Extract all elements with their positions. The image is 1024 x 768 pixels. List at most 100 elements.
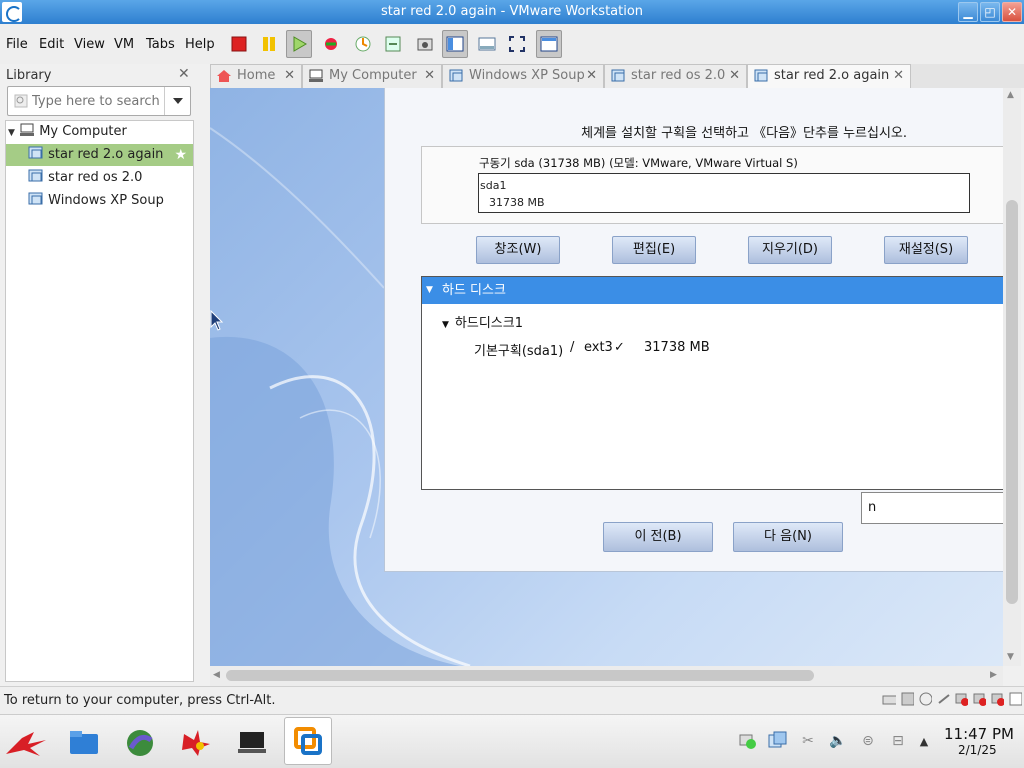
vm-icon — [28, 169, 43, 182]
horizontal-scroll-thumb[interactable] — [226, 670, 814, 681]
volume-icon[interactable]: 🔈 — [828, 731, 848, 751]
clipboard-scissors-icon[interactable]: ✂ — [798, 731, 818, 751]
snapshot-manager-icon[interactable] — [412, 30, 438, 58]
tray-expand-icon[interactable]: ▲ — [914, 731, 934, 751]
scroll-left-arrow-icon[interactable]: ◀ — [213, 670, 220, 680]
back-button[interactable]: 이 전(B) — [603, 522, 713, 552]
library-close-icon[interactable]: ✕ — [178, 66, 190, 82]
tab-close-icon[interactable]: ✕ — [284, 65, 295, 87]
tree-item-windows-xp-soup[interactable]: Windows XP Soup — [28, 190, 164, 212]
text-input-box[interactable]: n — [861, 492, 1003, 524]
drive-label: 구동기 sda (31738 MB) (모델: VMware, VMware V… — [479, 156, 798, 170]
terminal-icon[interactable] — [230, 721, 274, 765]
clock-time[interactable]: 11:47 PM — [944, 725, 1014, 743]
maximize-button[interactable]: ◰ — [980, 2, 1000, 22]
scroll-down-arrow-icon[interactable]: ▼ — [1007, 652, 1014, 662]
tab-home[interactable]: Home ✕ — [210, 64, 302, 88]
cd-rom-icon[interactable] — [918, 691, 932, 707]
edit-button[interactable]: 편집(E) — [612, 236, 696, 264]
installer-dialog: 체계를 설치할 구획을 선택하고 《다음》단추를 누르십시오. 구동기 sda … — [384, 88, 1003, 572]
snapshot-icon[interactable] — [350, 30, 376, 58]
tab-star-red-os-2[interactable]: star red os 2.0 ✕ — [604, 64, 747, 88]
tab-close-icon[interactable]: ✕ — [729, 65, 740, 87]
tree-row-disk1[interactable]: ▼ 하드디스크1 — [442, 312, 523, 331]
message-log-icon[interactable] — [1008, 691, 1022, 707]
start-menu-star-icon[interactable] — [4, 721, 48, 765]
vm-icon — [28, 192, 43, 205]
menu-bar: File Edit View VM Tabs Help — [0, 24, 1024, 64]
web-browser-icon[interactable] — [118, 721, 162, 765]
hard-disk-icon[interactable] — [882, 691, 896, 707]
minimize-button[interactable]: ▁ — [958, 2, 978, 22]
tree-item-label: My Computer — [39, 124, 127, 139]
reset-button[interactable]: 재설정(S) — [884, 236, 968, 264]
tab-close-icon[interactable]: ✕ — [893, 65, 904, 87]
partition-tree: ▼ 하드 디스크 ▼ 하드디스크1 기본구획(sda1) / ext3 ✓ 317… — [421, 276, 1003, 490]
instruction-text: 체계를 설치할 구획을 선택하고 《다음》단추를 누르십시오. — [581, 126, 907, 141]
computer-icon — [20, 123, 35, 136]
revert-snapshot-icon[interactable] — [380, 30, 406, 58]
console-view-icon[interactable] — [474, 30, 500, 58]
tree-row-hard-disk[interactable]: ▼ 하드 디스크 — [422, 277, 1003, 304]
vmware-taskbar-icon[interactable] — [284, 717, 332, 765]
reset-icon[interactable] — [318, 30, 344, 58]
printer-disconnected-icon[interactable] — [990, 691, 1004, 707]
scroll-right-arrow-icon[interactable]: ▶ — [990, 670, 997, 680]
clock-date[interactable]: 2/1/25 — [958, 743, 997, 757]
network-disconnected-icon[interactable] — [954, 691, 968, 707]
scroll-up-arrow-icon[interactable]: ▲ — [1007, 90, 1014, 100]
favorite-star-icon[interactable]: ★ — [174, 144, 187, 166]
tab-close-icon[interactable]: ✕ — [424, 65, 435, 87]
next-button[interactable]: 다 음(N) — [733, 522, 843, 552]
star-app-icon[interactable] — [174, 721, 218, 765]
vertical-scrollbar[interactable]: ▲ ▼ — [1003, 88, 1021, 666]
create-button[interactable]: 창조(W) — [476, 236, 560, 264]
vertical-scroll-thumb[interactable] — [1006, 200, 1018, 604]
horizontal-scrollbar[interactable]: ◀ ▶ — [210, 666, 1003, 686]
library-panel: Library ✕ ▼ My Computer star red 2.o aga… — [0, 64, 196, 686]
menu-vm[interactable]: VM — [114, 37, 134, 52]
menu-view[interactable]: View — [74, 37, 105, 52]
unity-view-icon[interactable] — [536, 30, 562, 58]
partition-fs: ext3 — [584, 340, 613, 355]
display-icon[interactable]: ⊟ — [888, 731, 908, 751]
menu-help[interactable]: Help — [185, 37, 215, 52]
vm-icon — [754, 69, 768, 82]
tab-windows-xp-soup[interactable]: Windows XP Soup ✕ — [442, 64, 604, 88]
power-off-icon[interactable] — [226, 30, 252, 58]
sound-disconnected-icon[interactable] — [972, 691, 986, 707]
tab-my-computer[interactable]: My Computer ✕ — [302, 64, 442, 88]
tree-item-label: star red 2.o again — [48, 147, 164, 162]
menu-edit[interactable]: Edit — [39, 37, 64, 52]
library-search-input[interactable] — [32, 92, 160, 110]
tree-item-star-red-2o-again[interactable]: star red 2.o again ★ — [6, 144, 193, 166]
library-view-icon[interactable] — [442, 30, 468, 58]
power-on-icon[interactable] — [286, 30, 312, 58]
menu-tabs[interactable]: Tabs — [146, 37, 175, 52]
format-check-icon: ✓ — [614, 340, 625, 355]
tree-item-star-red-os-2[interactable]: star red os 2.0 — [28, 167, 142, 189]
vm-console[interactable]: 체계를 설치할 구획을 선택하고 《다음》단추를 누르십시오. 구동기 sda … — [210, 88, 1003, 666]
floppy-icon[interactable] — [900, 691, 914, 707]
tab-close-icon[interactable]: ✕ — [586, 65, 597, 87]
input-method-icon[interactable]: ⊜ — [858, 731, 878, 751]
library-title: Library — [6, 68, 52, 83]
file-manager-icon[interactable] — [62, 721, 106, 765]
partition-bar[interactable]: sda1 31738 MB — [478, 173, 970, 213]
vm-tray-icon[interactable] — [768, 731, 788, 751]
usb-device-icon[interactable] — [936, 691, 950, 707]
partition-size: 31738 MB — [644, 340, 710, 355]
tree-item-my-computer[interactable]: ▼ My Computer — [8, 121, 127, 143]
close-button[interactable]: ✕ — [1002, 2, 1022, 22]
partition-name: 기본구획(sda1) — [474, 344, 564, 359]
network-status-icon[interactable] — [738, 731, 758, 751]
tab-star-red-2o-again[interactable]: star red 2.o again ✕ — [747, 64, 911, 88]
menu-file[interactable]: File — [6, 37, 28, 52]
search-dropdown-button[interactable] — [164, 87, 190, 115]
delete-button[interactable]: 지우기(D) — [748, 236, 832, 264]
fullscreen-icon[interactable] — [504, 30, 530, 58]
chevron-down-icon — [172, 98, 183, 104]
library-search-box — [7, 86, 191, 116]
partition-bar-size: 31738 MB — [489, 196, 545, 209]
suspend-icon[interactable] — [256, 30, 282, 58]
